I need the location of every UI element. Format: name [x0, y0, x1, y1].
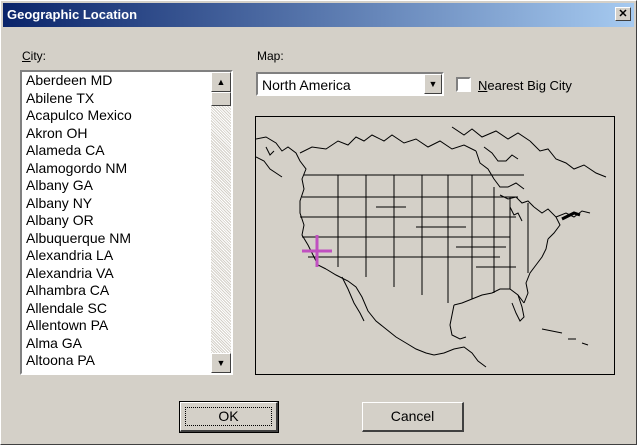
city-listbox[interactable]: Aberdeen MD Abilene TX Acapulco Mexico A… — [20, 70, 233, 375]
title-bar: Geographic Location ✕ — [3, 3, 634, 27]
city-list-item[interactable]: Albany NY — [24, 195, 132, 213]
map-label: Map: — [257, 49, 284, 63]
arrow-down-icon: ▼ — [216, 358, 226, 368]
city-list-item[interactable]: Allendale SC — [24, 300, 132, 318]
city-list-item[interactable]: Akron OH — [24, 125, 132, 143]
city-list-item[interactable]: Aberdeen MD — [24, 72, 132, 90]
close-icon: ✕ — [618, 8, 628, 20]
ok-button[interactable]: OK — [179, 401, 279, 433]
city-list-item[interactable]: Albany GA — [24, 177, 132, 195]
nearest-big-city-checkbox[interactable] — [456, 77, 471, 92]
city-label: City: — [22, 49, 47, 63]
close-button[interactable]: ✕ — [615, 7, 631, 21]
scroll-thumb[interactable] — [211, 92, 231, 106]
dialog-title: Geographic Location — [7, 7, 138, 22]
city-list-item[interactable]: Albuquerque NM — [24, 230, 132, 248]
location-marker — [302, 235, 332, 267]
city-list-item[interactable]: Abilene TX — [24, 90, 132, 108]
city-list-item[interactable]: Alma GA — [24, 335, 132, 353]
city-list-scrollbar[interactable]: ▲ ▼ — [211, 72, 231, 373]
cancel-button-label: Cancel — [390, 408, 435, 424]
north-america-map[interactable] — [255, 116, 615, 375]
chevron-down-icon: ▼ — [428, 79, 438, 89]
city-list-item[interactable]: Alhambra CA — [24, 282, 132, 300]
city-list-item[interactable]: Allentown PA — [24, 317, 132, 335]
geographic-location-dialog: Geographic Location ✕ City: Aberdeen MD … — [0, 0, 637, 445]
map-icon — [256, 126, 607, 368]
city-list-item[interactable]: Altoona PA — [24, 352, 132, 370]
city-list-item[interactable]: Alexandria VA — [24, 265, 132, 283]
map-dropdown-button[interactable]: ▼ — [424, 74, 442, 94]
nearest-big-city-label[interactable]: Nearest Big City — [478, 78, 572, 93]
focus-indicator — [185, 407, 272, 426]
city-list: Aberdeen MD Abilene TX Acapulco Mexico A… — [24, 72, 132, 370]
city-list-item[interactable]: Acapulco Mexico — [24, 107, 132, 125]
map-selected-value: North America — [262, 77, 351, 93]
scroll-down-button[interactable]: ▼ — [211, 353, 231, 373]
cancel-button[interactable]: Cancel — [362, 402, 464, 432]
city-list-item[interactable]: Alamogordo NM — [24, 160, 132, 178]
city-list-item[interactable]: Alameda CA — [24, 142, 132, 160]
city-list-item[interactable]: Albany OR — [24, 212, 132, 230]
arrow-up-icon: ▲ — [216, 77, 226, 87]
city-list-item[interactable]: Alexandria LA — [24, 247, 132, 265]
scroll-up-button[interactable]: ▲ — [211, 72, 231, 92]
map-dropdown[interactable]: North America ▼ — [256, 72, 444, 96]
